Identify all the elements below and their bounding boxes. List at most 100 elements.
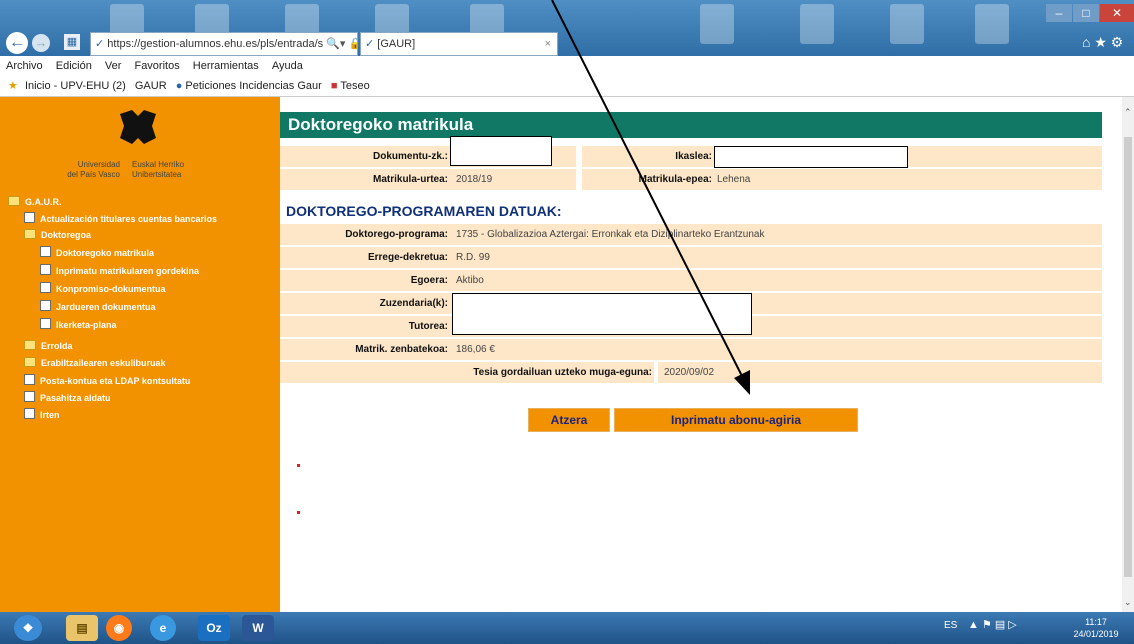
sidebar-item-konpromiso[interactable]: Konpromiso-dokumentua xyxy=(40,282,166,294)
page-icon xyxy=(24,391,35,402)
scroll-up-icon[interactable]: ⌃ xyxy=(1124,107,1132,118)
print-receipt-button[interactable]: Inprimatu abonu-agiria xyxy=(614,408,858,432)
sidebar-item-label: Errolda xyxy=(41,341,73,351)
sidebar-item-doktoregoa[interactable]: Doktoregoa xyxy=(24,229,91,240)
dokumentu-label: Dokumentu-zk.: xyxy=(373,151,448,162)
language-indicator[interactable]: ES xyxy=(944,620,957,631)
zenbatekoa-value: 186,06 € xyxy=(456,344,495,355)
page-icon xyxy=(24,408,35,419)
programa-label: Doktorego-programa: xyxy=(345,229,448,240)
favorite-gaur[interactable]: GAUR xyxy=(135,80,167,92)
folder-icon xyxy=(24,340,36,350)
sidebar-item-label: Posta-kontua eta LDAP kontsultatu xyxy=(40,376,191,386)
sidebar-item-pasahitza[interactable]: Pasahitza aldatu xyxy=(24,391,111,403)
logo-line: del País Vasco xyxy=(67,170,120,179)
sidebar-item-label: Jardueren dokumentua xyxy=(56,302,156,312)
background-icon xyxy=(800,4,834,44)
outlook-icon[interactable]: Oz xyxy=(198,615,230,641)
folder-icon xyxy=(24,357,36,367)
red-dot xyxy=(297,511,300,514)
clock-time: 11:17 xyxy=(1085,617,1107,627)
globe-icon: ● xyxy=(175,80,183,92)
clock[interactable]: 11:17 24/01/2019 xyxy=(1068,616,1124,640)
close-button[interactable]: ✕ xyxy=(1100,4,1134,22)
menu-ver[interactable]: Ver xyxy=(105,60,122,72)
red-dot xyxy=(297,464,300,467)
sidebar-item-ikerketa[interactable]: Ikerketa-plana xyxy=(40,318,117,330)
dekretua-label: Errege-dekretua: xyxy=(367,252,448,263)
maximize-button[interactable]: □ xyxy=(1073,4,1099,22)
sidebar-item-label: Ikerketa-plana xyxy=(56,320,117,330)
favorite-teseo[interactable]: Teseo xyxy=(340,80,369,92)
logo-text-eu: Euskal Herriko Unibertsitatea xyxy=(132,160,212,180)
page-icon xyxy=(40,246,51,257)
sidebar-item-label: Pasahitza aldatu xyxy=(40,393,111,403)
back-button[interactable]: Atzera xyxy=(528,408,610,432)
forward-arrow-icon[interactable]: → xyxy=(32,34,50,52)
urtea-label: Matrikula-urtea: xyxy=(372,174,448,185)
sidebar-item-label: Actualización titulares cuentas bancario… xyxy=(40,214,218,224)
page-icon xyxy=(40,318,51,329)
dekretua-value: R.D. 99 xyxy=(456,252,490,263)
vertical-scrollbar[interactable]: ⌃ ⌄ xyxy=(1122,97,1134,612)
menu-archivo[interactable]: Archivo xyxy=(6,60,43,72)
sidebar-item-label: Inprimatu matrikularen gordekina xyxy=(56,266,200,276)
sidebar-item-label: Irten xyxy=(40,410,60,420)
sidebar-item-matrikula[interactable]: Doktoregoko matrikula xyxy=(40,246,154,258)
sidebar-item-posta[interactable]: Posta-kontua eta LDAP kontsultatu xyxy=(24,374,190,386)
logo-text-es: Universidad del País Vasco xyxy=(60,160,120,180)
minimize-button[interactable]: – xyxy=(1046,4,1072,22)
sidebar-item-jardueren[interactable]: Jardueren dokumentua xyxy=(40,300,156,312)
sidebar-root-gaur[interactable]: G.A.U.R. xyxy=(8,196,62,207)
clock-date: 24/01/2019 xyxy=(1073,629,1119,639)
back-arrow-icon[interactable]: ← xyxy=(6,32,28,54)
folder-icon xyxy=(24,229,36,239)
logo-line: Euskal Herriko xyxy=(132,160,185,169)
tray-icons[interactable]: ▲ ⚑ ▤ ▷ xyxy=(968,618,1017,631)
page-icon xyxy=(40,300,51,311)
tab-grid-icon[interactable]: ▦ xyxy=(64,34,80,50)
background-icon xyxy=(890,4,924,44)
menu-edicion[interactable]: Edición xyxy=(56,60,92,72)
sidebar-item-errolda[interactable]: Errolda xyxy=(24,340,73,351)
sidebar-item-cuentas[interactable]: Actualización titulares cuentas bancario… xyxy=(24,212,217,224)
menu-herramientas[interactable]: Herramientas xyxy=(193,60,259,72)
menu-favoritos[interactable]: Favoritos xyxy=(134,60,179,72)
favorite-inicio[interactable]: Inicio - UPV-EHU (2) xyxy=(25,80,126,92)
menu-ayuda[interactable]: Ayuda xyxy=(272,60,303,72)
zenbatekoa-label: Matrik. zenbatekoa: xyxy=(355,344,448,355)
start-button[interactable]: ❖ xyxy=(14,615,42,641)
annotation-arrow xyxy=(551,0,750,395)
urtea-value: 2018/19 xyxy=(456,174,493,185)
sidebar-item-gordekina[interactable]: Inprimatu matrikularen gordekina xyxy=(40,264,199,276)
firefox-icon[interactable]: ◉ xyxy=(106,615,132,641)
home-star-gear-icons[interactable]: ⌂ ★ ⚙ xyxy=(1082,34,1123,51)
page-icon xyxy=(40,264,51,275)
tab-title: [GAUR] xyxy=(377,38,416,50)
zuzendaria-label: Zuzendaria(k): xyxy=(379,298,448,309)
tutorea-label: Tutorea: xyxy=(408,321,448,332)
sidebar-item-eskuliburuak[interactable]: Erabiltzailearen eskuliburuak xyxy=(24,357,166,368)
search-icon[interactable]: 🔍▾ 🔒 ↻ xyxy=(326,38,357,50)
address-bar[interactable]: ✓ https://gestion-alumnos.ehu.es/pls/ent… xyxy=(90,32,358,56)
logo-line: Universidad xyxy=(77,160,120,169)
internet-explorer-icon[interactable]: e xyxy=(150,615,176,641)
background-icon xyxy=(975,4,1009,44)
egoera-label: Egoera: xyxy=(410,275,448,286)
sidebar-item-irten[interactable]: Irten xyxy=(24,408,60,420)
sidebar-item-label: Doktoregoko matrikula xyxy=(56,248,155,258)
sidebar-item-label: Konpromiso-dokumentua xyxy=(56,284,166,294)
star-icon: ★ xyxy=(8,80,18,92)
university-logo xyxy=(116,106,160,148)
scrollbar-thumb[interactable] xyxy=(1124,137,1132,577)
file-explorer-icon[interactable]: ▤ xyxy=(66,615,98,641)
scroll-down-icon[interactable]: ⌄ xyxy=(1124,597,1132,608)
favicon-icon: ✓ xyxy=(365,38,375,50)
folder-icon xyxy=(8,196,20,206)
logo-line: Unibertsitatea xyxy=(132,170,182,179)
security-icon: ✓ xyxy=(95,38,105,50)
word-icon[interactable]: W xyxy=(242,615,274,641)
favorite-peticiones[interactable]: Peticiones Incidencias Gaur xyxy=(185,80,321,92)
page-icon xyxy=(24,374,35,385)
teseo-icon: ■ xyxy=(330,80,338,92)
